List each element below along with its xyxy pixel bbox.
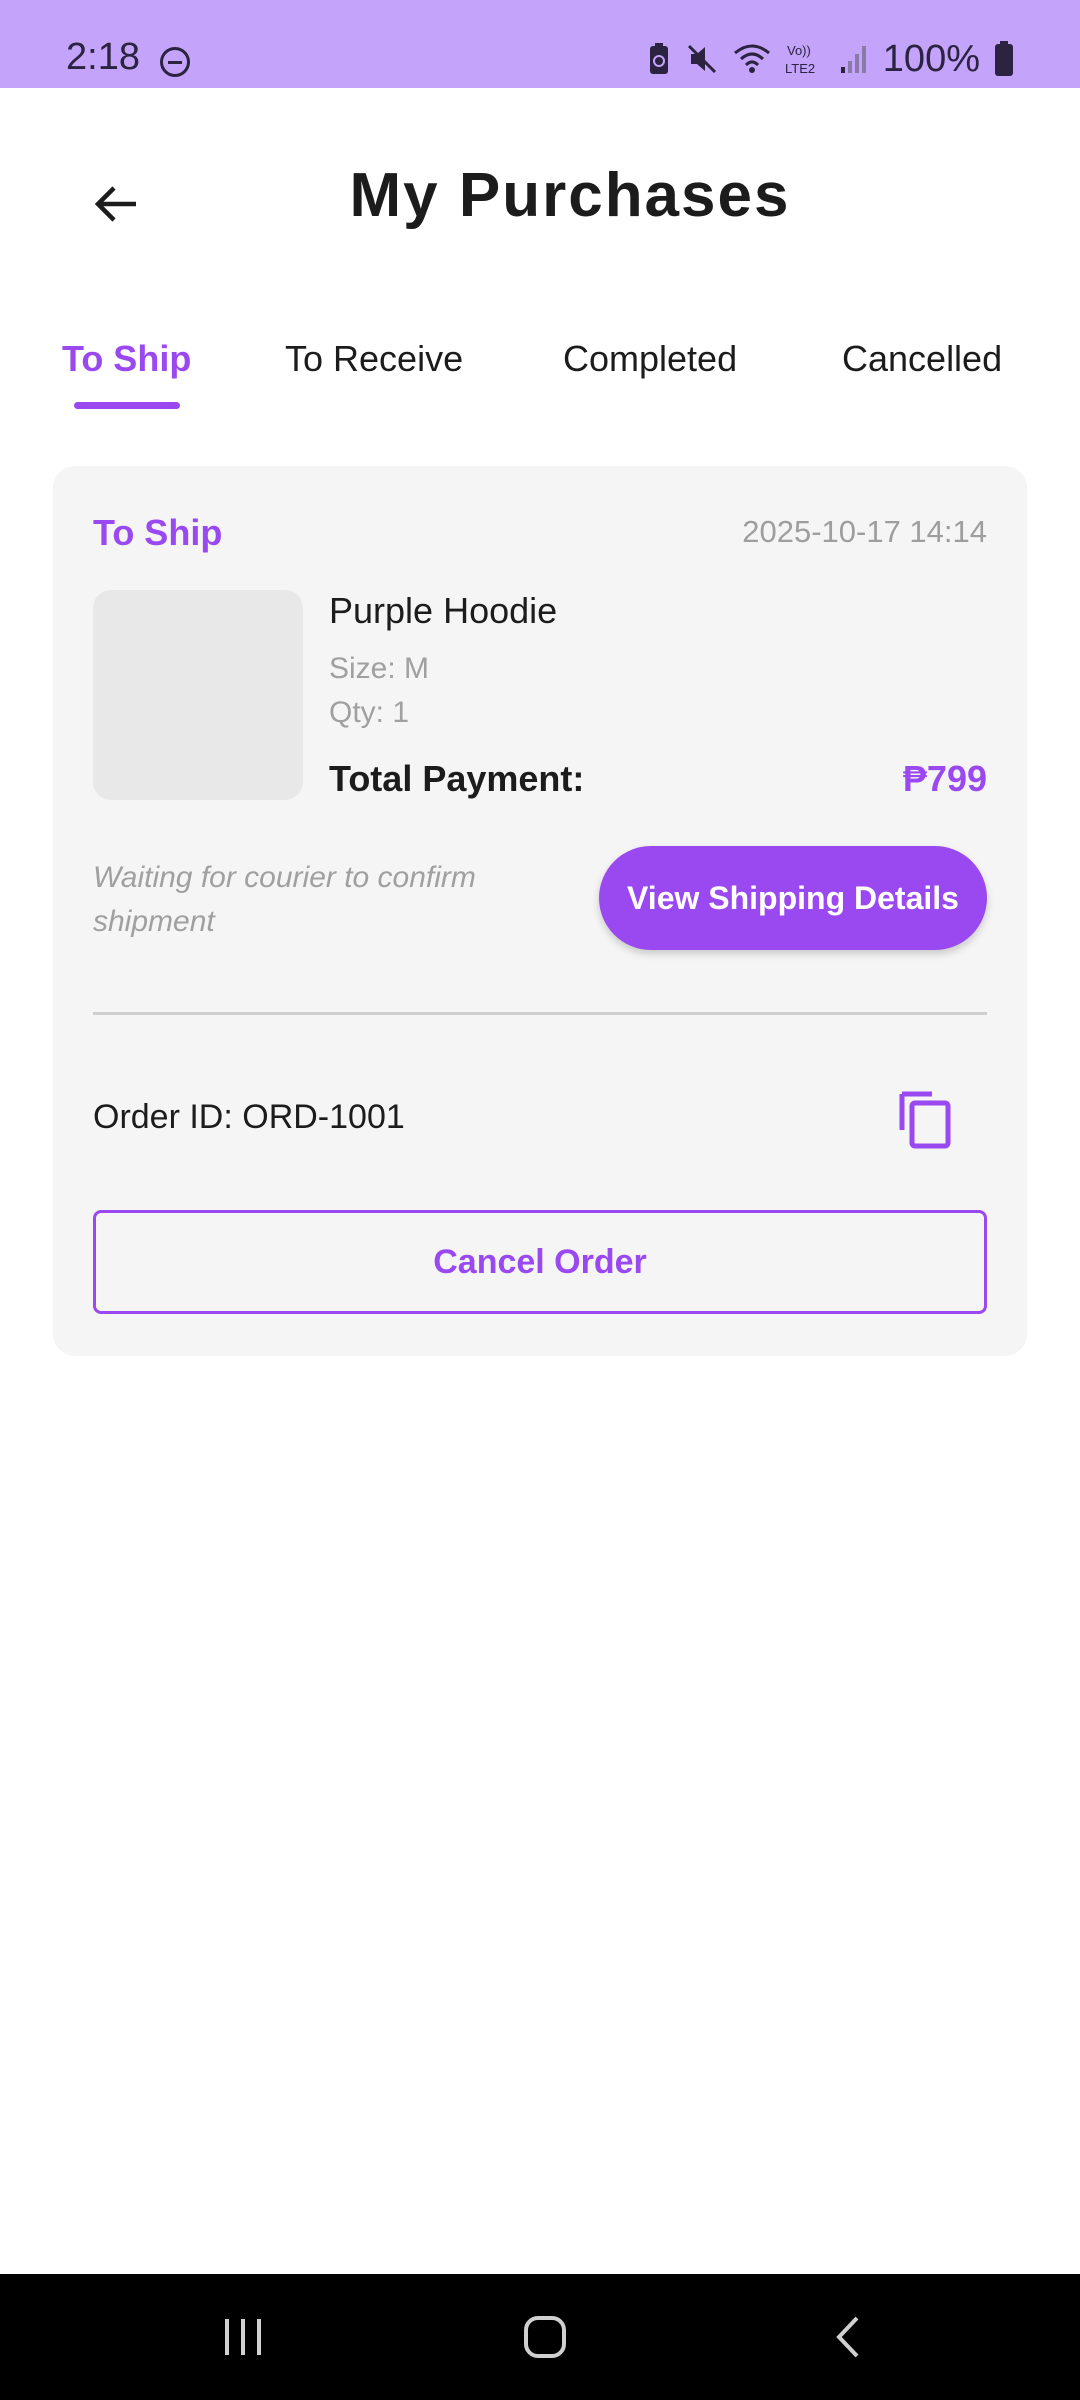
recent-apps-button[interactable] <box>203 2304 283 2370</box>
back-icon <box>836 2316 859 2358</box>
do-not-disturb-icon <box>160 47 190 77</box>
page-title: My Purchases <box>349 161 791 230</box>
tab-indicator <box>74 402 180 409</box>
mute-icon <box>687 44 716 74</box>
tab-completed[interactable]: Completed <box>563 338 737 380</box>
product-image <box>93 590 303 800</box>
total-payment-label: Total Payment: <box>329 758 585 799</box>
status-bar: 2:18 Vo)) LTE2 100% <box>0 0 1080 88</box>
order-status: To Ship <box>93 512 223 553</box>
battery-percent: 100% <box>882 37 980 80</box>
nav-back-button[interactable] <box>808 2304 888 2370</box>
total-payment-value: ₱799 <box>902 758 987 799</box>
product-qty: Qty: 1 <box>329 696 410 729</box>
status-time: 2:18 <box>66 36 140 78</box>
product-name: Purple Hoodie <box>329 590 558 631</box>
order-card: To Ship 2025-10-17 14:14 Purple Hoodie S… <box>53 466 1027 1356</box>
status-icons: Vo)) LTE2 100% <box>647 36 1014 82</box>
battery-saver-icon <box>649 43 668 74</box>
wifi-icon <box>733 44 770 73</box>
recent-apps-icon <box>225 2319 261 2355</box>
signal-icon <box>840 46 866 73</box>
volte-lte2-icon: Vo)) LTE2 <box>785 43 815 76</box>
divider <box>93 1012 987 1015</box>
copy-icon <box>899 1091 951 1149</box>
order-date: 2025-10-17 14:14 <box>742 514 987 549</box>
cancel-order-button[interactable]: Cancel Order <box>93 1210 987 1314</box>
tab-to-ship[interactable]: To Ship <box>62 338 191 380</box>
battery-icon <box>995 41 1013 76</box>
tab-bar: To Ship To Receive Completed Cancelled <box>0 318 1080 418</box>
home-button[interactable] <box>505 2304 585 2370</box>
tab-cancelled[interactable]: Cancelled <box>842 338 1002 380</box>
svg-text:LTE2: LTE2 <box>785 61 815 76</box>
home-icon <box>524 2316 566 2358</box>
status-note: Waiting for courier to confirm shipment <box>93 861 476 938</box>
order-id: Order ID: ORD-1001 <box>93 1098 405 1136</box>
view-shipping-details-button[interactable]: View Shipping Details <box>599 846 987 950</box>
svg-text:Vo)): Vo)) <box>787 43 811 58</box>
header: My Purchases <box>0 88 1080 318</box>
tab-to-receive[interactable]: To Receive <box>285 338 463 380</box>
system-nav-bar <box>0 2274 1080 2400</box>
copy-order-id-button[interactable] <box>893 1086 959 1152</box>
product-size: Size: M <box>329 652 430 685</box>
